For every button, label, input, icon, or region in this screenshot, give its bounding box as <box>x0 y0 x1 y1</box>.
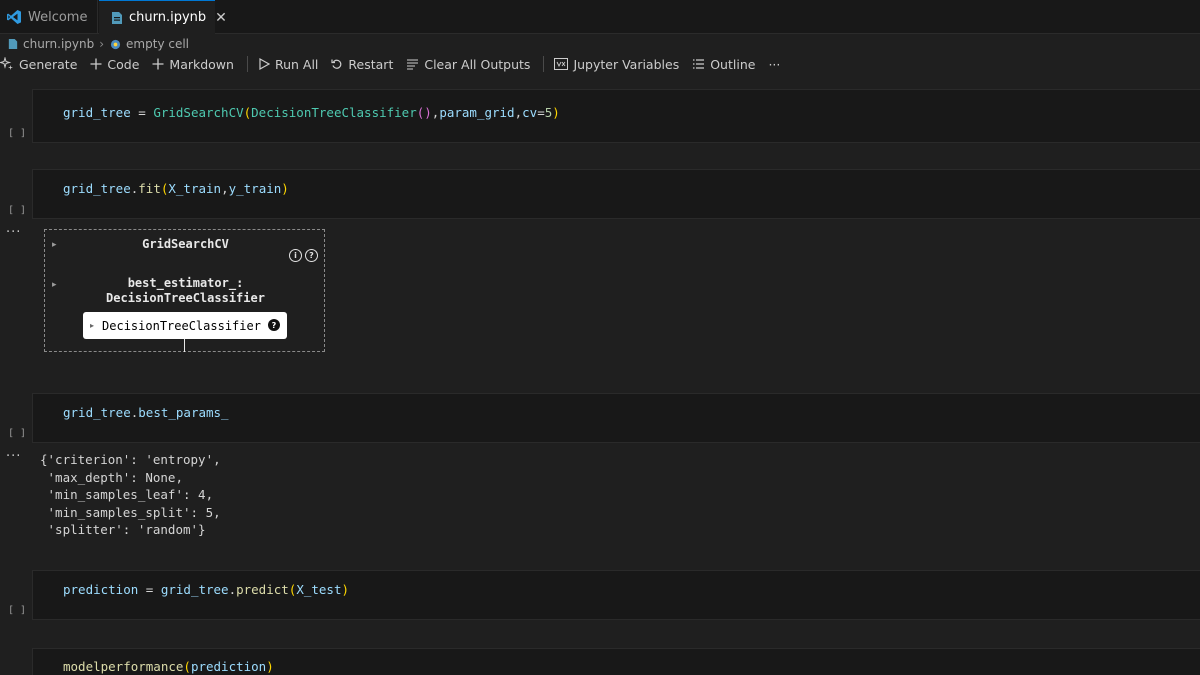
chevron-right-icon: › <box>99 37 105 51</box>
notebook-toolbar: Generate Code Markdown Run All Restart C… <box>0 54 1200 74</box>
clear-label: Clear All Outputs <box>424 56 531 72</box>
sparkle-icon <box>0 57 14 71</box>
restart-label: Restart <box>348 56 394 72</box>
cell-code[interactable]: grid_tree = GridSearchCV(DecisionTreeCla… <box>63 105 560 120</box>
clear-all-icon <box>406 58 419 70</box>
generate-button[interactable]: Generate <box>0 57 77 72</box>
close-icon[interactable]: ✕ <box>215 10 227 26</box>
output-line: 'min_samples_leaf': 4, <box>40 487 214 502</box>
play-icon <box>258 58 270 70</box>
tab-label: churn.ipynb <box>129 10 207 25</box>
jupyter-variables-button[interactable]: Jupyter Variables <box>554 57 679 72</box>
outline-icon <box>692 58 705 70</box>
gridsearchcv-widget: ▸ GridSearchCV i ? ▸ best_estimator_: De… <box>44 229 325 352</box>
code-cell[interactable]: grid_tree = GridSearchCV(DecisionTreeCla… <box>32 89 1200 143</box>
widget-connector <box>184 339 185 352</box>
generate-label: Generate <box>19 56 78 72</box>
variables-icon <box>554 58 569 70</box>
output-more-icon[interactable]: ··· <box>6 225 21 240</box>
best-params-output: {'criterion': 'entropy', 'max_depth': No… <box>40 451 221 539</box>
cell-code[interactable]: grid_tree.best_params_ <box>63 405 229 420</box>
cell-code[interactable]: grid_tree.fit(X_train,y_train) <box>63 181 289 196</box>
tab-churn-notebook[interactable]: churn.ipynb ✕ <box>99 0 227 34</box>
tab-welcome[interactable]: Welcome <box>0 0 98 34</box>
python-cell-icon <box>110 39 121 50</box>
more-actions-button[interactable]: ··· <box>768 57 780 72</box>
breadcrumb: churn.ipynb › empty cell <box>0 34 1200 54</box>
execution-count: [ ] <box>8 128 27 139</box>
restart-button[interactable]: Restart <box>331 57 393 72</box>
help-icon[interactable]: ? <box>268 319 280 331</box>
run-all-label: Run All <box>274 56 319 72</box>
run-all-button[interactable]: Run All <box>258 57 318 72</box>
ellipsis-icon: ··· <box>768 56 781 72</box>
info-icon[interactable]: i <box>289 249 302 262</box>
best-estimator-class[interactable]: DecisionTreeClassifier <box>45 291 326 305</box>
variables-label: Jupyter Variables <box>573 56 680 72</box>
output-line: 'splitter': 'random'} <box>40 522 206 537</box>
code-cell[interactable]: grid_tree.fit(X_train,y_train) <box>32 169 1200 219</box>
output-line: 'min_samples_split': 5, <box>40 504 221 520</box>
breadcrumb-cell[interactable]: empty cell <box>126 37 189 51</box>
notebook-file-icon <box>111 11 123 25</box>
widget-title[interactable]: GridSearchCV <box>45 237 326 251</box>
restart-icon <box>331 58 343 70</box>
plus-icon <box>90 58 102 70</box>
code-cell[interactable]: modelperformance(prediction) <box>32 648 1200 675</box>
code-label: Code <box>107 56 140 72</box>
estimator-label: DecisionTreeClassifier <box>102 318 261 333</box>
toolbar-divider <box>543 56 545 72</box>
expand-arrow-icon: ▸ <box>90 321 95 330</box>
output-line: 'max_depth': None, <box>40 469 183 485</box>
plus-icon <box>152 58 164 70</box>
output-more-icon[interactable]: ··· <box>6 449 21 464</box>
notebook-file-icon <box>8 38 18 50</box>
code-cell[interactable]: prediction = grid_tree.predict(X_test) <box>32 570 1200 620</box>
toolbar-divider <box>246 56 248 72</box>
editor-tab-bar: Welcome churn.ipynb ✕ <box>0 0 1200 34</box>
execution-count: [ ] <box>8 428 27 439</box>
notebook-editor: grid_tree = GridSearchCV(DecisionTreeCla… <box>0 78 1200 675</box>
output-line: {'criterion': 'entropy', <box>40 452 221 467</box>
add-markdown-cell-button[interactable]: Markdown <box>152 57 234 72</box>
tab-label: Welcome <box>28 9 88 25</box>
outline-button[interactable]: Outline <box>692 57 755 72</box>
help-icon[interactable]: ? <box>305 249 318 262</box>
cell-code[interactable]: modelperformance(prediction) <box>63 659 274 674</box>
breadcrumb-file[interactable]: churn.ipynb <box>23 37 94 51</box>
clear-all-outputs-button[interactable]: Clear All Outputs <box>406 57 530 72</box>
outline-label: Outline <box>710 56 756 72</box>
execution-count: [ ] <box>8 605 27 616</box>
code-cell[interactable]: grid_tree.best_params_ <box>32 393 1200 443</box>
widget-help-icons: i ? <box>289 249 321 262</box>
best-estimator-label[interactable]: best_estimator_: <box>45 276 326 290</box>
add-code-cell-button[interactable]: Code <box>90 57 139 72</box>
cell-code[interactable]: prediction = grid_tree.predict(X_test) <box>63 582 349 597</box>
vscode-logo-icon <box>6 9 22 25</box>
estimator-box[interactable]: ▸ DecisionTreeClassifier ? <box>83 312 287 339</box>
markdown-label: Markdown <box>169 56 234 72</box>
execution-count: [ ] <box>8 205 27 216</box>
